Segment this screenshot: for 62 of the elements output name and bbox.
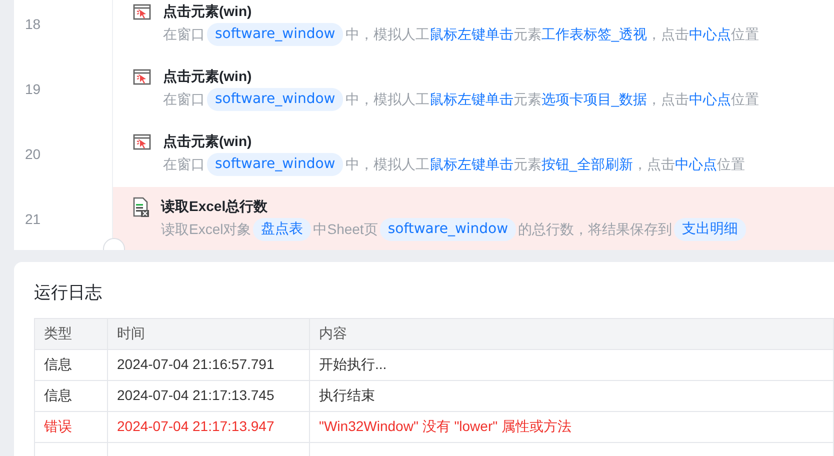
step-row[interactable]: 点击元素(win) 在窗口 software_window 中，模拟人工鼠标左键单击元素工作表标签_透视，点击中心点位置 (113, 0, 834, 57)
table-cell: 执行结束 (310, 380, 834, 411)
column-header: 类型 (34, 318, 108, 349)
description-text: 元素 (513, 155, 542, 174)
keyword-text: 鼠标左键单击 (429, 25, 514, 44)
window-click-icon (133, 4, 151, 20)
description-text: 中，模拟人工 (345, 155, 430, 174)
table-cell: 开始执行... (310, 349, 834, 380)
step-row[interactable]: 点击元素(win) 在窗口 software_window 中，模拟人工鼠标左键单击元素按钮_全部刷新，点击中心点位置 (113, 122, 834, 187)
description-text: 在窗口 (163, 155, 205, 174)
step-title: 点击元素(win) (163, 132, 253, 150)
step-row[interactable]: 读取Excel总行数 读取Excel对象 盘点表 中Sheet页 software_window 的总行数，将结果保存到 支出明细 (113, 187, 834, 250)
line-number: 20 (25, 145, 41, 164)
variable-chip: 支出明细 (674, 218, 746, 241)
line-number: 19 (25, 80, 41, 99)
description-text: 读取Excel对象 (161, 220, 252, 239)
description-text: 位置 (731, 25, 760, 44)
table-cell: 信息 (34, 349, 108, 380)
keyword-text: 选项卡项目_数据 (541, 90, 648, 109)
variable-chip: software_window (207, 88, 344, 111)
description-text: 在窗口 (163, 90, 205, 109)
window-click-icon (133, 69, 151, 86)
step-title: 点击元素(win) (163, 67, 253, 85)
variable-chip: software_window (207, 23, 344, 46)
variable-chip: 盘点表 (253, 218, 312, 241)
line-number: 18 (25, 15, 41, 34)
panel-title: 运行日志 (34, 282, 103, 304)
keyword-text: 中心点 (689, 25, 732, 44)
spreadsheet-file-icon (133, 197, 149, 218)
description-text: 的总行数，将结果保存到 (518, 220, 672, 239)
line-number: 21 (25, 210, 41, 229)
description-text: 元素 (513, 25, 542, 44)
table-cell: "Win32Window" 没有 "lower" 属性或方法 (310, 411, 834, 442)
step-title: 读取Excel总行数 (161, 197, 269, 215)
step-row[interactable]: 点击元素(win) 在窗口 software_window 中，模拟人工鼠标左键单击元素选项卡项目_数据，点击中心点位置 (113, 57, 834, 122)
description-text: ，点击 (647, 25, 690, 44)
column-header: 时间 (108, 318, 310, 349)
description-text: 中Sheet页 (313, 220, 378, 239)
keyword-text: 按钮_全部刷新 (541, 155, 634, 174)
table-cell: 信息 (34, 380, 108, 411)
description-text: 元素 (513, 90, 542, 109)
keyword-text: 鼠标左键单击 (429, 90, 514, 109)
keyword-text: 中心点 (675, 155, 718, 174)
table-cell: 2024-07-04 21:16:57.791 (108, 349, 310, 380)
description-text: 在窗口 (163, 25, 205, 44)
step-title: 点击元素(win) (163, 2, 253, 20)
keyword-text: 鼠标左键单击 (429, 155, 514, 174)
keyword-text: 工作表标签_透视 (541, 25, 648, 44)
description-text: 位置 (717, 155, 746, 174)
variable-chip: software_window (207, 153, 344, 176)
description-text: ，点击 (633, 155, 676, 174)
window-click-icon (133, 134, 151, 150)
table-cell: 2024-07-04 21:17:13.947 (108, 411, 310, 442)
table-cell: 2024-07-04 21:17:13.745 (108, 380, 310, 411)
description-text: 中，模拟人工 (345, 90, 430, 109)
description-text: ，点击 (647, 90, 690, 109)
column-header: 内容 (310, 318, 834, 349)
table-cell: 错误 (34, 411, 108, 442)
description-text: 中，模拟人工 (345, 25, 430, 44)
description-text: 位置 (731, 90, 760, 109)
variable-chip: software_window (380, 218, 516, 241)
keyword-text: 中心点 (689, 90, 732, 109)
